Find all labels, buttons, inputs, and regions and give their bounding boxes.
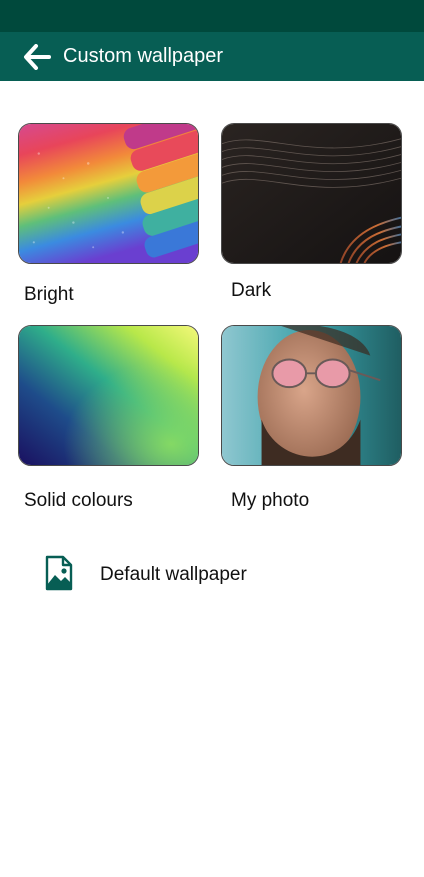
- wallpaper-solid-colours-label: Solid colours: [24, 490, 133, 511]
- solid-colours-preview-image: [19, 326, 198, 465]
- status-bar: [0, 0, 424, 32]
- wallpaper-dark-label: Dark: [231, 280, 272, 301]
- image-file-icon: [45, 555, 73, 591]
- wallpaper-bright-label: Bright: [24, 284, 74, 305]
- dark-preview-image: [222, 124, 401, 263]
- wallpaper-my-photo-label: My photo: [231, 490, 310, 511]
- my-photo-preview-image: [222, 326, 401, 465]
- back-button[interactable]: [22, 42, 52, 72]
- page-title: Custom wallpaper: [63, 45, 224, 67]
- wallpaper-solid-colours-tile[interactable]: [18, 325, 199, 466]
- default-wallpaper-row[interactable]: Default wallpaper: [40, 550, 380, 598]
- app-bar: Custom wallpaper: [0, 32, 424, 81]
- wallpaper-dark-tile[interactable]: [221, 123, 402, 264]
- bright-preview-image: [19, 124, 198, 263]
- default-wallpaper-label: Default wallpaper: [100, 564, 247, 585]
- wallpaper-my-photo-tile[interactable]: [221, 325, 402, 466]
- wallpaper-bright-tile[interactable]: [18, 123, 199, 264]
- arrow-left-icon: [24, 44, 51, 70]
